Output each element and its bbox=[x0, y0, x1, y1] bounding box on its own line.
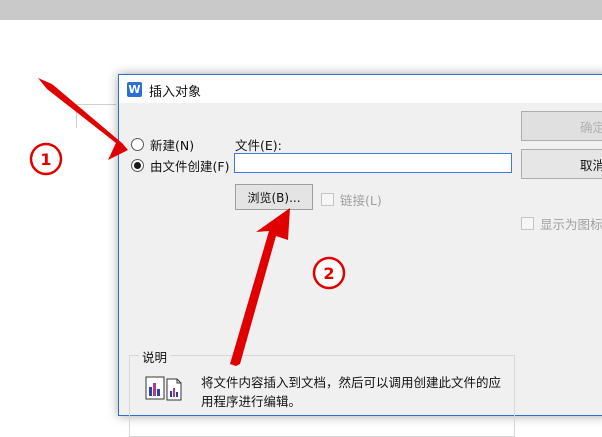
dialog-titlebar[interactable]: W 插入对象 bbox=[119, 75, 602, 103]
wps-writer-icon: W bbox=[127, 82, 142, 97]
radio-button-icon bbox=[131, 138, 144, 151]
result-description: 将文件内容插入到文档，然后可以调用创建此文件的应用程序进行编辑。 bbox=[201, 375, 502, 409]
insert-file-result-icon bbox=[145, 376, 182, 401]
ok-button[interactable]: 确定 bbox=[521, 111, 602, 141]
checkbox-icon bbox=[321, 193, 334, 206]
radio-button-checked-icon bbox=[131, 159, 144, 172]
radio-create-from-file[interactable]: 由文件创建(F) bbox=[131, 156, 229, 175]
crop-mark-vertical bbox=[76, 104, 77, 128]
radio-create-from-file-label: 由文件创建(F) bbox=[150, 159, 230, 174]
link-checkbox-label: 链接(L) bbox=[340, 193, 382, 208]
window-top-band bbox=[0, 0, 602, 20]
result-group-title: 说明 bbox=[139, 347, 171, 366]
file-path-input[interactable] bbox=[234, 153, 512, 173]
radio-create-new[interactable]: 新建(N) bbox=[131, 135, 194, 154]
radio-create-new-label: 新建(N) bbox=[150, 138, 195, 153]
browse-button[interactable]: 浏览(B)... bbox=[235, 184, 313, 210]
crop-mark-horizontal bbox=[76, 104, 116, 105]
dialog-title: 插入对象 bbox=[149, 85, 202, 100]
file-label: 文件(E): bbox=[235, 138, 282, 153]
link-checkbox[interactable]: 链接(L) bbox=[321, 190, 382, 209]
display-as-icon-checkbox[interactable]: 显示为图标( bbox=[521, 214, 602, 233]
display-as-icon-label: 显示为图标( bbox=[540, 217, 602, 232]
cancel-button[interactable]: 取消 bbox=[521, 149, 602, 179]
checkbox-icon bbox=[521, 217, 534, 230]
insert-object-dialog: W 插入对象 新建(N) 由文件创建(F) 文件(E): 浏览(B)... 链接… bbox=[118, 74, 602, 437]
